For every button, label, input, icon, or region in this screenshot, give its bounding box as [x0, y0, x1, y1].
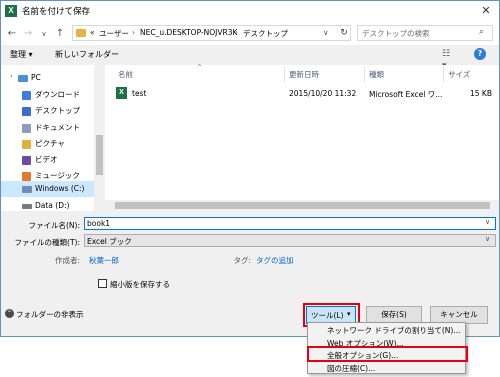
refresh-icon[interactable]: ↻ — [337, 25, 351, 41]
filetype-label: ファイルの種類(T): — [14, 238, 80, 247]
column-divider[interactable] — [364, 66, 365, 82]
search-icon[interactable]: ⌕ — [479, 27, 489, 37]
close-icon[interactable]: ✕ — [479, 4, 493, 18]
filename-dropdown-icon[interactable]: ∨ — [485, 218, 490, 226]
filename-value[interactable]: book1 — [87, 219, 110, 228]
documents-icon — [22, 124, 31, 133]
downloads-icon — [22, 91, 31, 100]
up-arrow-icon[interactable]: ↑ — [54, 27, 66, 41]
column-header-type[interactable]: 種類 — [369, 69, 384, 80]
excel-file-icon: X — [116, 87, 127, 99]
file-type: Microsoft Excel ワ... — [369, 90, 443, 99]
new-folder-button[interactable]: 新しいフォルダー — [55, 49, 119, 60]
column-header-size[interactable]: サイズ — [448, 69, 470, 80]
sidebar-item-documents[interactable]: ドキュメント — [35, 121, 80, 135]
filetype-value[interactable]: Excel ブック — [87, 236, 132, 247]
tags-add-link[interactable]: タグの追加 — [256, 255, 294, 266]
nav-scrollbar-thumb[interactable] — [96, 135, 103, 175]
column-divider[interactable] — [284, 66, 285, 82]
sort-indicator-icon: ^ — [197, 64, 203, 71]
back-arrow-icon[interactable]: ← — [6, 27, 18, 41]
file-size: 15 KB — [470, 89, 492, 98]
horizontal-scrollbar-thumb[interactable] — [115, 202, 490, 209]
column-header-name[interactable]: 名前 — [118, 69, 133, 80]
folder-icon — [76, 29, 86, 37]
filetype-select[interactable] — [84, 234, 496, 247]
help-icon[interactable]: ? — [474, 48, 486, 60]
address-segment-user[interactable]: NEC_u.DESKTOP-NOJVR3K — [140, 28, 237, 37]
address-segment-desktop[interactable]: デスクトップ — [243, 28, 288, 39]
sidebar-item-videos[interactable]: ビデオ — [35, 153, 58, 167]
pc-icon — [18, 75, 28, 82]
hide-folders-button[interactable]: フォルダーの非表示 — [16, 309, 84, 320]
forward-arrow-icon[interactable]: → — [22, 27, 34, 41]
sidebar-item-pc[interactable]: PC — [31, 71, 41, 85]
drive-d-icon — [22, 204, 32, 209]
filename-label: ファイル名(N): — [28, 221, 81, 230]
drive-c-icon — [22, 186, 32, 193]
window-title: 名前を付けて保存 — [22, 7, 91, 17]
menu-item-map-network-drive[interactable]: ネットワーク ドライブの割り当て(N)... — [327, 325, 461, 336]
sidebar-item-desktop[interactable]: デスクトップ — [35, 104, 80, 118]
address-separator: › — [132, 28, 135, 37]
column-header-modified[interactable]: 更新日時 — [289, 69, 319, 80]
excel-app-icon: X — [5, 5, 17, 17]
videos-icon — [22, 156, 31, 165]
view-options-icon[interactable]: ☷ ▾ — [442, 48, 456, 71]
general-options-highlight-box — [307, 346, 468, 362]
expand-chevron-icon[interactable]: › — [10, 72, 13, 80]
address-prefix[interactable]: « — [90, 28, 95, 37]
menu-item-compress-pictures[interactable]: 図の圧縮(C)... — [327, 363, 375, 374]
address-dropdown-icon[interactable]: ∨ — [323, 28, 329, 37]
author-label: 作成者: — [54, 256, 80, 265]
sidebar-item-pictures[interactable]: ピクチャ — [35, 137, 65, 151]
sidebar-item-data-d[interactable]: Data (D:) — [35, 199, 69, 213]
music-icon — [22, 172, 31, 181]
sidebar-item-downloads[interactable]: ダウンロード — [35, 88, 80, 102]
recent-locations-icon[interactable]: ∨ — [38, 27, 50, 41]
file-list-pane — [105, 65, 499, 211]
sidebar-item-music[interactable]: ミュージック — [35, 169, 80, 183]
column-divider[interactable] — [443, 66, 444, 82]
address-segment-users[interactable]: ユーザー — [99, 28, 129, 39]
tags-label: タグ: — [233, 256, 251, 265]
thumbnail-checkbox[interactable] — [98, 279, 107, 288]
collapse-chevron-icon[interactable]: ^ — [5, 309, 14, 318]
search-placeholder: デスクトップの検索 — [362, 29, 430, 38]
desktop-icon — [22, 107, 31, 116]
file-modified: 2015/10/20 11:32 — [289, 89, 357, 98]
file-name[interactable]: test — [132, 89, 146, 98]
author-value[interactable]: 秋葉一郎 — [89, 255, 119, 266]
filename-field[interactable] — [84, 217, 496, 230]
address-separator: › — [235, 28, 238, 37]
pictures-icon — [22, 140, 31, 149]
filetype-dropdown-icon[interactable]: ∨ — [485, 235, 490, 243]
thumbnail-checkbox-label[interactable]: 縮小版を保存する — [110, 279, 170, 290]
organize-button[interactable]: 整理 ▾ — [10, 49, 33, 60]
sidebar-item-windows-c[interactable]: Windows (C:) — [35, 182, 84, 196]
